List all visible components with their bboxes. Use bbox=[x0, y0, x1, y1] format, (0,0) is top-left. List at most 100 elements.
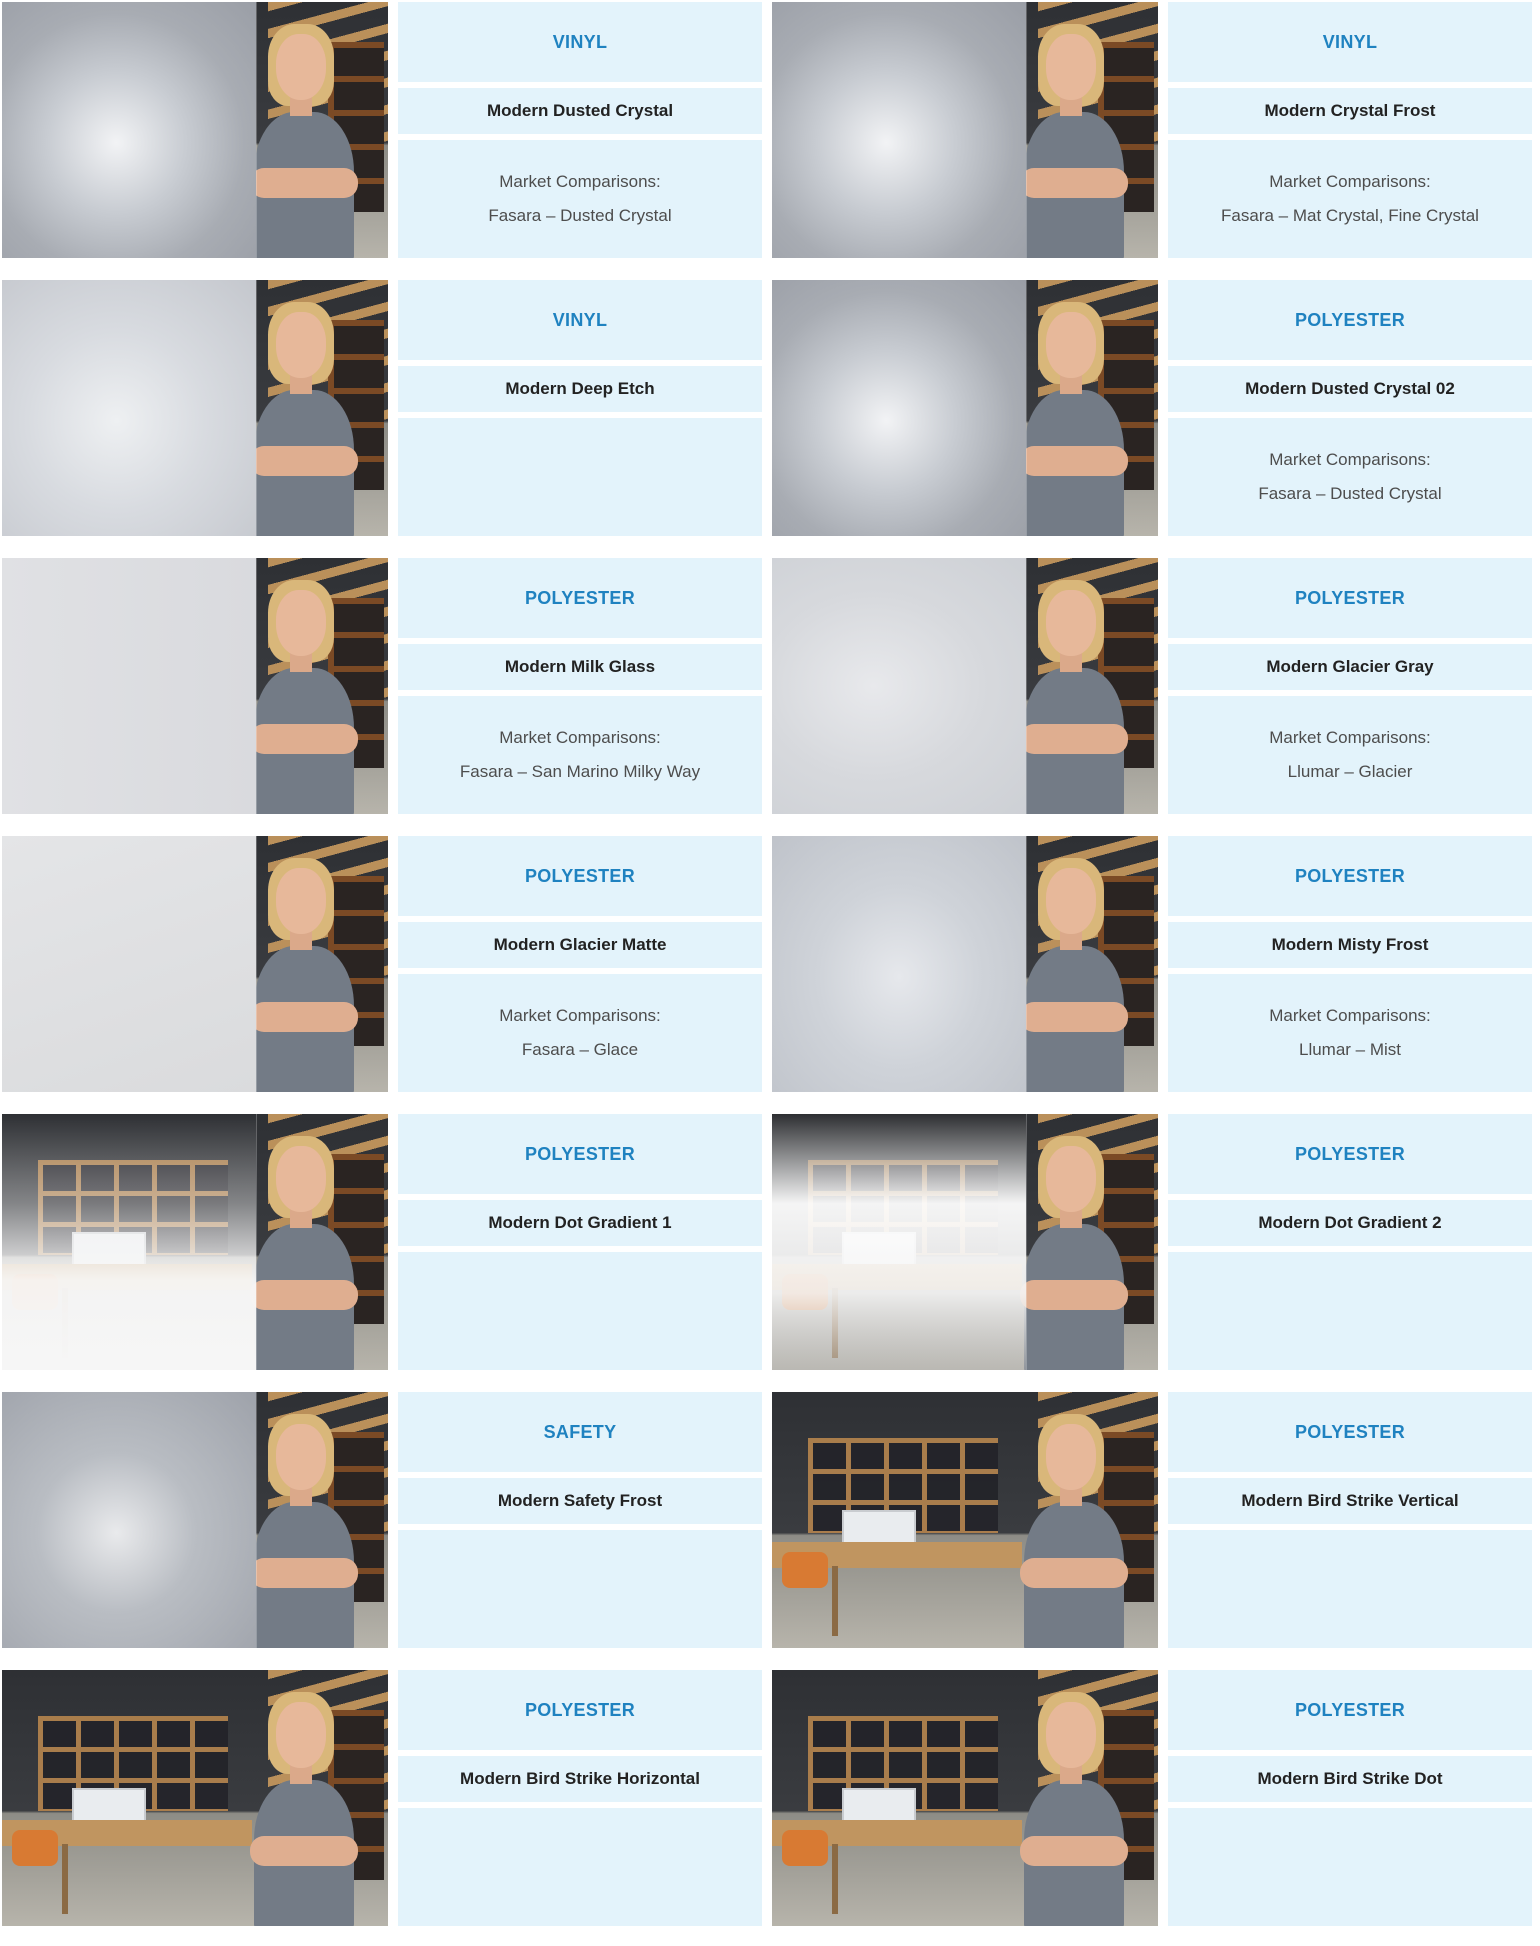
comparison-value: Llumar – Glacier bbox=[1287, 762, 1413, 781]
product-photo bbox=[2, 2, 388, 258]
comparison-label: Market Comparisons: bbox=[1269, 450, 1431, 469]
material-type: POLYESTER bbox=[524, 587, 636, 608]
product-name-box: Modern Bird Strike Horizontal bbox=[398, 1756, 762, 1802]
product-card-1: VINYL Modern Dusted Crystal Market Compa… bbox=[0, 0, 770, 278]
product-card-5: POLYESTER Modern Milk Glass Market Compa… bbox=[0, 556, 770, 834]
material-type-box: POLYESTER bbox=[398, 1670, 762, 1750]
material-type: POLYESTER bbox=[524, 865, 636, 886]
woman-figure bbox=[250, 1132, 360, 1370]
product-info: POLYESTER Modern Dot Gradient 1 bbox=[398, 1114, 762, 1370]
material-type-box: VINYL bbox=[1168, 2, 1532, 82]
product-info: VINYL Modern Deep Etch bbox=[398, 280, 762, 536]
material-type: POLYESTER bbox=[1294, 309, 1406, 330]
product-name-box: Modern Glacier Matte bbox=[398, 922, 762, 968]
film-sample-overlay bbox=[2, 2, 256, 258]
material-type: POLYESTER bbox=[1294, 1143, 1406, 1164]
comparison-value: Llumar – Mist bbox=[1298, 1040, 1402, 1059]
product-name: Modern Dusted Crystal bbox=[486, 101, 674, 120]
product-name: Modern Bird Strike Dot bbox=[1257, 1769, 1443, 1788]
product-name-box: Modern Dot Gradient 2 bbox=[1168, 1200, 1532, 1246]
product-card-9: POLYESTER Modern Dot Gradient 1 bbox=[0, 1112, 770, 1390]
material-type-box: POLYESTER bbox=[1168, 280, 1532, 360]
material-type: POLYESTER bbox=[1294, 865, 1406, 886]
woman-figure bbox=[1020, 1132, 1130, 1370]
product-card-3: VINYL Modern Deep Etch bbox=[0, 278, 770, 556]
product-name: Modern Dot Gradient 1 bbox=[488, 1213, 672, 1232]
material-type-box: POLYESTER bbox=[1168, 558, 1532, 638]
product-info: POLYESTER Modern Dot Gradient 2 bbox=[1168, 1114, 1532, 1370]
woman-figure bbox=[1020, 20, 1130, 258]
woman-figure bbox=[1020, 854, 1130, 1092]
material-type-box: POLYESTER bbox=[398, 558, 762, 638]
material-type-box: VINYL bbox=[398, 280, 762, 360]
market-comparison-box bbox=[398, 1530, 762, 1648]
material-type-box: VINYL bbox=[398, 2, 762, 82]
product-name: Modern Misty Frost bbox=[1271, 935, 1429, 954]
comparison-label: Market Comparisons: bbox=[1269, 1006, 1431, 1025]
film-sample-overlay bbox=[772, 836, 1026, 1092]
material-type-box: POLYESTER bbox=[1168, 1670, 1532, 1750]
material-type: VINYL bbox=[552, 31, 608, 52]
product-info: POLYESTER Modern Bird Strike Dot bbox=[1168, 1670, 1532, 1926]
material-type: POLYESTER bbox=[1294, 1421, 1406, 1442]
comparison-label: Market Comparisons: bbox=[1269, 172, 1431, 191]
product-name: Modern Dusted Crystal 02 bbox=[1245, 379, 1455, 398]
market-comparison-box: Market Comparisons: Llumar – Mist bbox=[1168, 974, 1532, 1092]
market-comparison-box: Market Comparisons: Llumar – Glacier bbox=[1168, 696, 1532, 814]
product-info: POLYESTER Modern Milk Glass Market Compa… bbox=[398, 558, 762, 814]
product-name: Modern Glacier Gray bbox=[1266, 657, 1434, 676]
film-sample-overlay bbox=[772, 2, 1026, 258]
film-sample-overlay bbox=[2, 280, 256, 536]
product-info: POLYESTER Modern Misty Frost Market Comp… bbox=[1168, 836, 1532, 1092]
market-comparison-box: Market Comparisons: Fasara – Dusted Crys… bbox=[398, 140, 762, 258]
material-type-box: POLYESTER bbox=[398, 1114, 762, 1194]
product-info: POLYESTER Modern Glacier Gray Market Com… bbox=[1168, 558, 1532, 814]
product-name: Modern Safety Frost bbox=[497, 1491, 663, 1510]
product-name: Modern Glacier Matte bbox=[493, 935, 667, 954]
market-comparison-box: Market Comparisons: Fasara – Dusted Crys… bbox=[1168, 418, 1532, 536]
product-card-11: SAFETY Modern Safety Frost bbox=[0, 1390, 770, 1668]
comparison-value: Fasara – Dusted Crystal bbox=[1258, 484, 1442, 503]
product-name: Modern Deep Etch bbox=[505, 379, 655, 398]
product-name: Modern Dot Gradient 2 bbox=[1258, 1213, 1442, 1232]
film-sample-overlay bbox=[2, 558, 256, 814]
comparison-label: Market Comparisons: bbox=[499, 1006, 661, 1025]
market-comparison-box bbox=[1168, 1252, 1532, 1370]
product-photo bbox=[2, 558, 388, 814]
comparison-value: Fasara – Dusted Crystal bbox=[488, 206, 672, 225]
woman-figure bbox=[250, 854, 360, 1092]
product-info: VINYL Modern Crystal Frost Market Compar… bbox=[1168, 2, 1532, 258]
product-name-box: Modern Dot Gradient 1 bbox=[398, 1200, 762, 1246]
market-comparison-box: Market Comparisons: Fasara – San Marino … bbox=[398, 696, 762, 814]
comparison-label: Market Comparisons: bbox=[499, 728, 661, 747]
product-info: POLYESTER Modern Dusted Crystal 02 Marke… bbox=[1168, 280, 1532, 536]
product-card-6: POLYESTER Modern Glacier Gray Market Com… bbox=[770, 556, 1540, 834]
product-name-box: Modern Crystal Frost bbox=[1168, 88, 1532, 134]
woman-figure bbox=[250, 298, 360, 536]
product-photo bbox=[2, 836, 388, 1092]
comparison-label: Market Comparisons: bbox=[499, 172, 661, 191]
material-type: POLYESTER bbox=[524, 1143, 636, 1164]
product-name-box: Modern Bird Strike Dot bbox=[1168, 1756, 1532, 1802]
product-grid: VINYL Modern Dusted Crystal Market Compa… bbox=[0, 0, 1540, 1946]
product-photo bbox=[772, 836, 1158, 1092]
product-card-8: POLYESTER Modern Misty Frost Market Comp… bbox=[770, 834, 1540, 1112]
woman-figure bbox=[250, 20, 360, 258]
product-card-12: POLYESTER Modern Bird Strike Vertical bbox=[770, 1390, 1540, 1668]
comparison-value: Fasara – Mat Crystal, Fine Crystal bbox=[1221, 206, 1479, 225]
product-card-2: VINYL Modern Crystal Frost Market Compar… bbox=[770, 0, 1540, 278]
product-info: SAFETY Modern Safety Frost bbox=[398, 1392, 762, 1648]
product-info: POLYESTER Modern Bird Strike Vertical bbox=[1168, 1392, 1532, 1648]
product-name-box: Modern Misty Frost bbox=[1168, 922, 1532, 968]
material-type-box: POLYESTER bbox=[1168, 1114, 1532, 1194]
product-photo bbox=[2, 280, 388, 536]
market-comparison-box bbox=[398, 1252, 762, 1370]
product-card-4: POLYESTER Modern Dusted Crystal 02 Marke… bbox=[770, 278, 1540, 556]
product-name: Modern Crystal Frost bbox=[1264, 101, 1436, 120]
film-sample-overlay bbox=[2, 836, 256, 1092]
material-type: POLYESTER bbox=[524, 1699, 636, 1720]
product-card-14: POLYESTER Modern Bird Strike Dot bbox=[770, 1668, 1540, 1946]
material-type: POLYESTER bbox=[1294, 1699, 1406, 1720]
woman-figure bbox=[250, 576, 360, 814]
product-photo bbox=[2, 1392, 388, 1648]
